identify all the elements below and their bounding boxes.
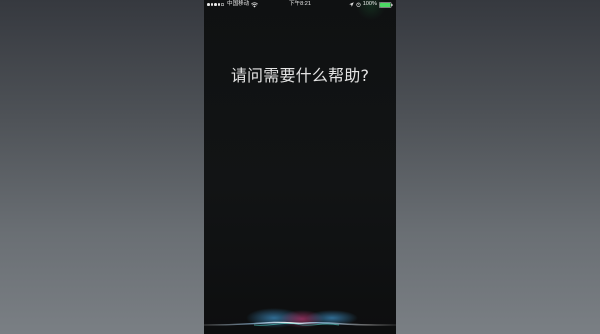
siri-screen: 中国移动 下午8:21 100% 请问需要什么帮助? bbox=[204, 0, 396, 334]
status-bar: 中国移动 下午8:21 100% bbox=[204, 0, 396, 9]
status-right: 100% bbox=[348, 0, 393, 9]
alarm-icon bbox=[356, 2, 361, 7]
siri-prompt: 请问需要什么帮助? bbox=[230, 66, 370, 85]
location-icon bbox=[348, 2, 354, 7]
battery-fill bbox=[380, 2, 391, 7]
battery-percent: 100% bbox=[362, 1, 377, 7]
battery-icon bbox=[379, 1, 393, 8]
siri-waveform-icon bbox=[204, 308, 396, 328]
